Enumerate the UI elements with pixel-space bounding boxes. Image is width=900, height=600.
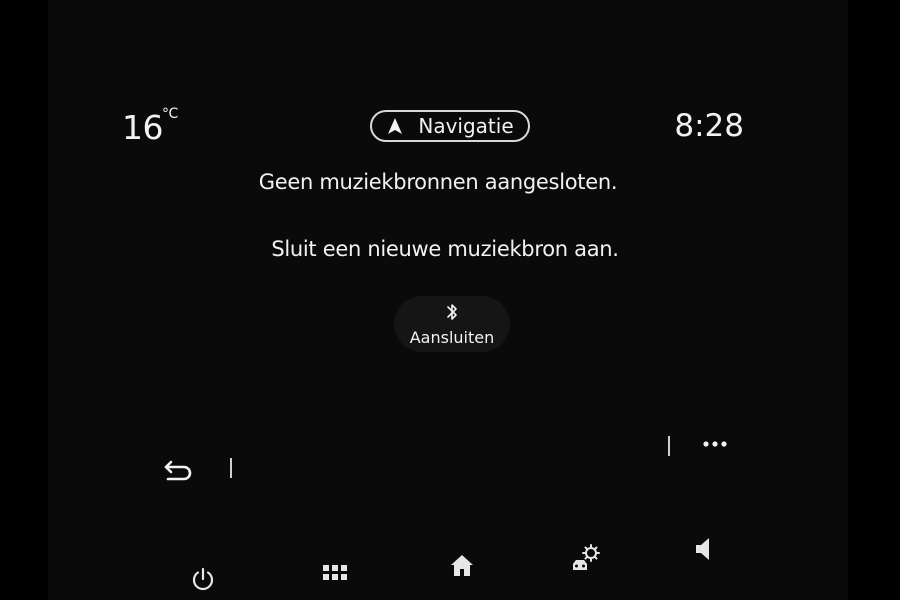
power-icon[interactable]: [190, 566, 216, 596]
navigation-button-label: Navigatie: [418, 114, 514, 138]
infotainment-screen: 16 °C Navigatie 8:28 Geen muziekbronnen …: [48, 0, 848, 600]
connect-source-message: Sluit een nieuwe muziekbron aan.: [271, 237, 619, 261]
connect-button-label: Aansluiten: [409, 327, 495, 347]
apps-grid-icon[interactable]: [322, 564, 348, 586]
outside-temperature: 16 °C: [122, 106, 178, 147]
temperature-value: 16: [122, 108, 164, 147]
clock: 8:28: [674, 108, 744, 144]
navigation-button[interactable]: Navigatie: [370, 110, 530, 142]
toolbar-divider: [668, 436, 670, 456]
car-settings-icon[interactable]: [570, 543, 602, 577]
connect-button[interactable]: Aansluiten: [394, 296, 510, 352]
more-options-icon[interactable]: [702, 436, 728, 456]
toolbar-divider: [230, 458, 232, 478]
back-arrow-icon[interactable]: [162, 456, 196, 488]
bluetooth-icon: [446, 302, 458, 326]
home-icon[interactable]: [450, 553, 474, 581]
no-sources-message: Geen muziekbronnen aangesloten.: [258, 170, 618, 194]
temperature-unit: °C: [162, 106, 178, 122]
navigation-arrow-icon: [386, 117, 404, 135]
volume-icon[interactable]: [694, 536, 714, 566]
